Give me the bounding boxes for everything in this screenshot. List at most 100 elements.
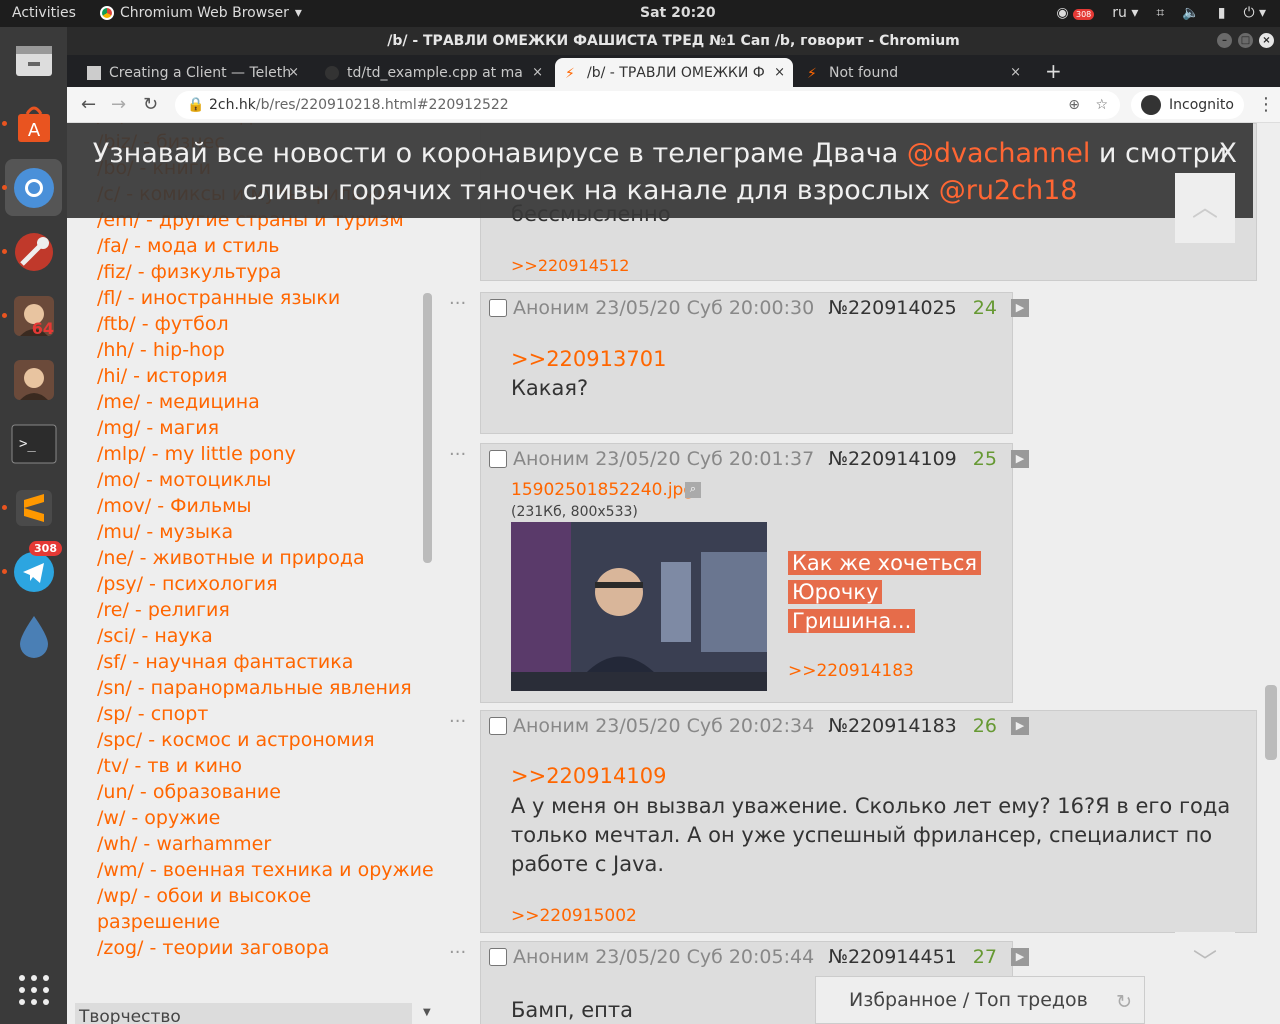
post-number[interactable]: №220914183 [828, 715, 957, 737]
post-checkbox[interactable] [489, 948, 507, 966]
minimize-button[interactable]: – [1217, 33, 1232, 48]
board-link[interactable]: /psy/ - психология [97, 573, 278, 595]
board-link[interactable]: /fl/ - иностранные языки [97, 287, 340, 309]
post-menu-dots[interactable]: ··· [449, 444, 466, 465]
board-link[interactable]: /ne/ - животные и природа [97, 547, 365, 569]
board-link[interactable]: /un/ - образование [97, 781, 281, 803]
network-icon[interactable]: ⌗ [1156, 5, 1164, 21]
battery-icon[interactable]: ▮ [1218, 5, 1226, 21]
play-icon[interactable]: ▶ [1010, 717, 1029, 735]
board-link[interactable]: /tv/ - тв и кино [97, 755, 242, 777]
board-link[interactable]: /wm/ - военная техника и оружие [97, 859, 434, 881]
dock-app-drop[interactable] [5, 607, 62, 664]
ru2ch18-link[interactable]: @ru2ch18 [939, 175, 1078, 206]
board-link[interactable]: /re/ - религия [97, 599, 230, 621]
post-image-thumbnail[interactable] [511, 522, 767, 691]
dock-telegram[interactable]: 308 [2, 541, 62, 600]
play-icon[interactable]: ▶ [1010, 450, 1029, 468]
post-menu-dots[interactable]: ··· [449, 942, 466, 963]
sidebar-scrollbar[interactable] [423, 293, 432, 563]
dock-chromium[interactable] [2, 159, 62, 216]
dock-settings[interactable] [2, 223, 62, 280]
show-applications-button[interactable] [5, 961, 62, 1018]
board-link[interactable]: /sp/ - спорт [97, 703, 208, 725]
incognito-indicator[interactable]: Incognito [1131, 91, 1244, 119]
menu-kebab-icon[interactable]: ⋮ [1257, 94, 1275, 115]
post-checkbox[interactable] [489, 450, 507, 468]
board-link[interactable]: /mov/ - Фильмы [97, 495, 252, 517]
tab-telethon[interactable]: Creating a Client — Teleth × [77, 58, 307, 87]
board-link[interactable]: /mo/ - мотоциклы [97, 469, 271, 491]
quote-link[interactable]: >>220913701 [511, 347, 666, 371]
quote-link[interactable]: >>220914109 [511, 764, 666, 788]
language-indicator[interactable]: ru ▾ [1112, 5, 1138, 21]
tab-not-found[interactable]: ⚡ Not found × [797, 58, 1029, 87]
page-scrollbar[interactable] [1265, 685, 1277, 760]
dock-files[interactable] [5, 31, 62, 88]
sidebar-section-tvorchestvo[interactable]: Творчество [75, 1003, 412, 1024]
dock-sublime-text[interactable] [2, 479, 62, 536]
board-link[interactable]: /mu/ - музыка [97, 521, 233, 543]
dock-software-center[interactable]: A [2, 95, 62, 152]
zoom-icon[interactable]: ⊕ [1068, 91, 1080, 119]
reload-icon[interactable]: ↻ [143, 94, 158, 115]
dock-app-avatar[interactable]: 64 [2, 287, 62, 344]
board-link[interactable]: разрешение [97, 911, 220, 933]
reply-link[interactable]: >>220915002 [511, 906, 637, 926]
board-link[interactable]: /w/ - оружие [97, 807, 220, 829]
dock-terminal[interactable]: >_ [5, 415, 62, 472]
close-tab-icon[interactable]: × [1010, 65, 1021, 80]
post-checkbox[interactable] [489, 299, 507, 317]
post-menu-dots[interactable]: ··· [449, 711, 466, 732]
post-number[interactable]: №220914109 [828, 448, 957, 470]
board-link[interactable]: /me/ - медицина [97, 391, 260, 413]
app-menu[interactable]: Chromium Web Browser ▾ [100, 5, 302, 21]
dvachannel-link[interactable]: @dvachannel [907, 138, 1091, 169]
board-link[interactable]: /hi/ - история [97, 365, 227, 387]
scroll-down-arrow-icon[interactable]: ▼ [423, 1007, 431, 1018]
close-window-button[interactable]: × [1259, 33, 1274, 48]
file-link[interactable]: 15902501852240.jpg [511, 480, 694, 500]
tab-2ch-thread[interactable]: ⚡ /b/ - ТРАВЛИ ОМЕЖКИ Ф × [555, 58, 793, 87]
board-link[interactable]: /mg/ - магия [97, 417, 219, 439]
post-number[interactable]: №220914025 [828, 297, 957, 319]
magnifier-icon[interactable]: ⌕ [685, 482, 701, 498]
board-link[interactable]: /wp/ - обои и высокое [97, 885, 311, 907]
post-number[interactable]: №220914451 [828, 946, 957, 968]
board-link[interactable]: /spc/ - космос и астрономия [97, 729, 375, 751]
refresh-spinner-icon[interactable]: ↻ [1116, 991, 1132, 1013]
banner-close-button[interactable]: X [1219, 135, 1238, 172]
close-tab-icon[interactable]: × [288, 65, 299, 80]
post-checkbox[interactable] [489, 717, 507, 735]
reply-link[interactable]: >>220914512 [511, 256, 629, 275]
favorites-bar[interactable]: Избранное / Топ тредов ↻ [815, 976, 1145, 1024]
board-link[interactable]: /sn/ - паранормальные явления [97, 677, 412, 699]
board-link[interactable]: /fa/ - мода и стиль [97, 235, 279, 257]
back-arrow-icon[interactable]: ← [81, 94, 96, 115]
board-link[interactable]: /ftb/ - футбол [97, 313, 229, 335]
close-tab-icon[interactable]: × [532, 65, 543, 80]
board-link[interactable]: /wh/ - warhammer [97, 833, 271, 855]
tab-github[interactable]: td/td_example.cpp at ma × [315, 58, 551, 87]
play-icon[interactable]: ▶ [1010, 299, 1029, 317]
board-link[interactable]: /sf/ - научная фантастика [97, 651, 353, 673]
post-menu-dots[interactable]: ··· [449, 293, 466, 314]
star-icon[interactable]: ☆ [1095, 91, 1108, 119]
scroll-to-top-button[interactable]: ︿ [1175, 173, 1235, 243]
power-icon[interactable]: ⏻ ▾ [1243, 5, 1266, 21]
forward-arrow-icon[interactable]: → [111, 94, 126, 115]
close-tab-icon[interactable]: × [774, 65, 785, 80]
board-link[interactable]: /fiz/ - физкультура [97, 261, 281, 283]
volume-icon[interactable]: 🔈 [1182, 5, 1199, 21]
address-bar[interactable]: 🔒 2ch.hk/b/res/220910218.html#220912522 … [175, 91, 1120, 119]
activities-button[interactable]: Activities [12, 5, 76, 21]
play-icon[interactable]: ▶ [1010, 948, 1029, 966]
maximize-button[interactable]: □ [1238, 33, 1253, 48]
reply-link[interactable]: >>220914183 [788, 661, 914, 681]
board-link[interactable]: /zog/ - теории заговора [97, 937, 329, 959]
dock-app-avatar-2[interactable] [5, 351, 62, 408]
new-tab-button[interactable]: + [1045, 59, 1062, 83]
scroll-to-bottom-button[interactable]: ﹀ [1175, 932, 1235, 992]
board-link[interactable]: /sci/ - наука [97, 625, 213, 647]
board-link[interactable]: /hh/ - hip-hop [97, 339, 225, 361]
